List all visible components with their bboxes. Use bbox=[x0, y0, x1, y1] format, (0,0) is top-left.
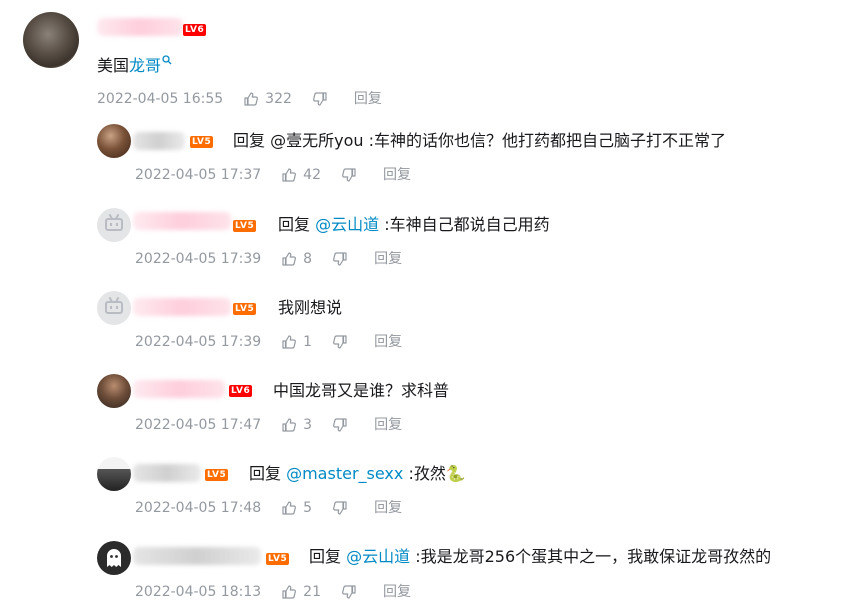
level-badge: LV6 bbox=[183, 24, 207, 36]
like-count: 21 bbox=[303, 584, 321, 600]
level-badge: LV6 bbox=[229, 385, 253, 397]
comment-time: 2022-04-05 16:55 bbox=[97, 91, 224, 107]
reply-button[interactable]: 回复 bbox=[383, 583, 411, 601]
like-count: 8 bbox=[303, 251, 313, 267]
thumb-down-icon[interactable] bbox=[341, 167, 357, 183]
thumb-up-icon[interactable] bbox=[281, 251, 297, 267]
reply-prefix: 回复 bbox=[309, 547, 347, 566]
snake-emoji: 🐍 bbox=[445, 464, 466, 483]
reply-meta: 2022-04-05 17:39 1 回复 bbox=[135, 333, 402, 351]
reply-text: 中国龙哥又是谁？求科普 bbox=[273, 381, 450, 400]
mention-link[interactable]: @master_sexx bbox=[286, 464, 403, 483]
reply-meta: 2022-04-05 17:47 3 回复 bbox=[135, 416, 402, 434]
reply-meta: 2022-04-05 17:37 42 回复 bbox=[135, 166, 411, 184]
thumb-up-icon[interactable] bbox=[281, 167, 297, 183]
reply-prefix: 回复 bbox=[249, 464, 287, 483]
reply-avatar[interactable] bbox=[97, 374, 131, 408]
reply-username-blurred[interactable] bbox=[133, 547, 261, 565]
comment-meta: 2022-04-05 16:55 322 回复 bbox=[97, 90, 382, 108]
bilibili-tv-icon bbox=[105, 301, 123, 314]
comment-text: 美国龙哥 bbox=[97, 55, 172, 77]
reply-text: 回复 @master_sexx :孜然🐍 bbox=[249, 463, 466, 485]
reply-text: 回复 @云山道 :车神自己都说自己用药 bbox=[278, 214, 550, 236]
reply-content: :车神自己都说自己用药 bbox=[379, 215, 550, 234]
thumb-down-icon[interactable] bbox=[332, 417, 348, 433]
reply-button[interactable]: 回复 bbox=[374, 250, 402, 268]
username-blurred[interactable] bbox=[97, 18, 183, 36]
thumb-down-icon[interactable] bbox=[332, 334, 348, 350]
reply-avatar[interactable] bbox=[97, 541, 131, 575]
reply-button[interactable]: 回复 bbox=[374, 333, 402, 351]
reply-username-blurred[interactable] bbox=[133, 380, 225, 398]
mention-link[interactable]: @云山道 bbox=[315, 215, 379, 234]
reply-button[interactable]: 回复 bbox=[383, 166, 411, 184]
keyword-link[interactable]: 龙哥 bbox=[129, 56, 161, 75]
search-icon[interactable] bbox=[162, 55, 172, 65]
thumb-down-icon[interactable] bbox=[332, 251, 348, 267]
reply-username-blurred[interactable] bbox=[133, 212, 231, 230]
reply-text: 回复 @壹无所you :车神的话你也信？他打药都把自己脑子打不正常了 bbox=[233, 130, 726, 152]
reply-time: 2022-04-05 17:39 bbox=[135, 334, 262, 350]
mention-link[interactable]: @云山道 bbox=[346, 547, 410, 566]
like-count: 5 bbox=[303, 500, 313, 516]
thumb-up-icon[interactable] bbox=[243, 91, 259, 107]
reply-username-blurred[interactable] bbox=[133, 464, 201, 482]
level-badge: LV5 bbox=[205, 469, 229, 481]
reply-button[interactable]: 回复 bbox=[354, 90, 382, 108]
like-count: 3 bbox=[303, 417, 313, 433]
reply-username-blurred[interactable] bbox=[133, 132, 185, 150]
reply-meta: 2022-04-05 17:48 5 回复 bbox=[135, 499, 402, 517]
reply-prefix: 回复 bbox=[233, 131, 271, 150]
thumb-up-icon[interactable] bbox=[281, 500, 297, 516]
reply-username-blurred[interactable] bbox=[133, 298, 231, 316]
user-avatar[interactable] bbox=[23, 12, 79, 68]
reply-time: 2022-04-05 17:37 bbox=[135, 167, 262, 183]
thumb-down-icon[interactable] bbox=[312, 91, 328, 107]
reply-avatar[interactable] bbox=[97, 457, 131, 491]
level-badge: LV5 bbox=[266, 553, 290, 565]
like-count: 322 bbox=[265, 91, 292, 107]
thumb-up-icon[interactable] bbox=[281, 584, 297, 600]
level-badge: LV5 bbox=[233, 303, 257, 315]
reply-avatar[interactable] bbox=[97, 124, 131, 158]
level-badge: LV5 bbox=[190, 136, 214, 148]
reply-button[interactable]: 回复 bbox=[374, 416, 402, 434]
bilibili-tv-icon bbox=[105, 218, 123, 231]
reply-content: :我是龙哥256个蛋其中之一，我敢保证龙哥孜然的 bbox=[410, 547, 772, 566]
reply-avatar[interactable] bbox=[97, 208, 131, 242]
thumb-up-icon[interactable] bbox=[281, 417, 297, 433]
ghost-icon bbox=[107, 549, 121, 567]
thumb-down-icon[interactable] bbox=[341, 584, 357, 600]
reply-avatar[interactable] bbox=[97, 291, 131, 325]
level-badge: LV5 bbox=[233, 220, 257, 232]
reply-content: :孜然 bbox=[403, 464, 446, 483]
thumb-down-icon[interactable] bbox=[332, 500, 348, 516]
thumb-up-icon[interactable] bbox=[281, 334, 297, 350]
comment-text-prefix: 美国 bbox=[97, 56, 130, 75]
reply-time: 2022-04-05 17:39 bbox=[135, 251, 262, 267]
reply-time: 2022-04-05 17:47 bbox=[135, 417, 262, 433]
reply-content: :车神的话你也信？他打药都把自己脑子打不正常了 bbox=[363, 131, 726, 150]
reply-meta: 2022-04-05 18:13 21 回复 bbox=[135, 583, 411, 601]
reply-time: 2022-04-05 17:48 bbox=[135, 500, 262, 516]
reply-text: 我刚想说 bbox=[278, 298, 343, 317]
reply-button[interactable]: 回复 bbox=[374, 499, 402, 517]
like-count: 42 bbox=[303, 167, 321, 183]
reply-prefix: 回复 bbox=[278, 215, 316, 234]
mention-link[interactable]: @壹无所you bbox=[270, 131, 363, 150]
reply-text: 回复 @云山道 :我是龙哥256个蛋其中之一，我敢保证龙哥孜然的 bbox=[309, 546, 771, 568]
reply-time: 2022-04-05 18:13 bbox=[135, 584, 262, 600]
like-count: 1 bbox=[303, 334, 313, 350]
reply-meta: 2022-04-05 17:39 8 回复 bbox=[135, 250, 402, 268]
